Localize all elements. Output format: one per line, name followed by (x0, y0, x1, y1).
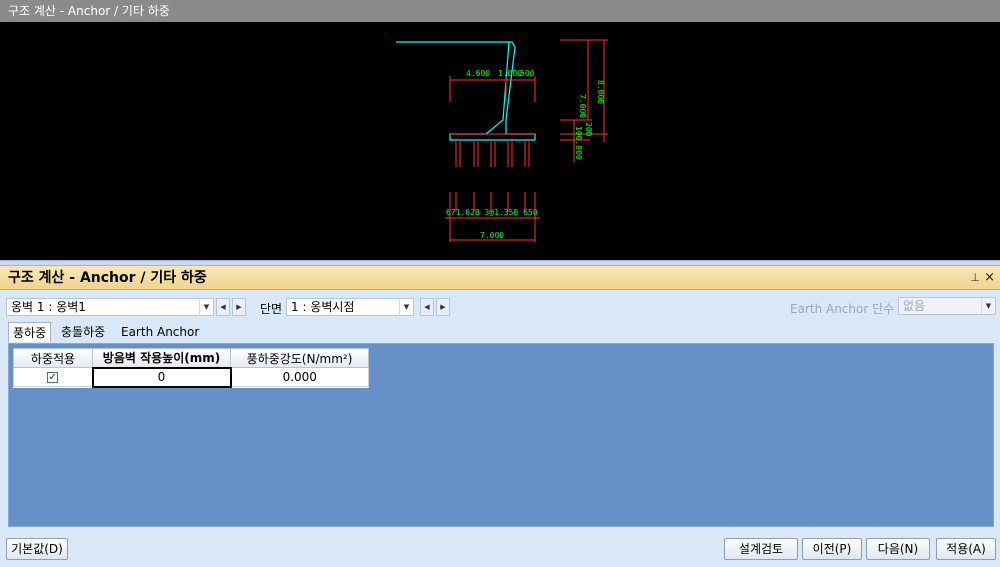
cad-viewport[interactable]: 4.600 1.000 500 7.000 8.000 200 100.800 … (0, 22, 1000, 260)
dim-right-total: 7.000 (578, 94, 587, 118)
section-prev-button[interactable]: ◀ (420, 298, 434, 316)
close-icon[interactable]: × (984, 266, 995, 289)
panel-title: 구조 계산 - Anchor / 기타 하중 (0, 266, 1000, 290)
wall-select[interactable]: 옹벽 1 : 옹벽1 ▼ (6, 298, 214, 316)
tab-collision-load[interactable]: 충돌하중 (57, 322, 109, 342)
wind-load-table: 하중적용 방음벽 작용높이(mm) 풍하중강도(N/mm²) ✓ 0 0.000 (13, 348, 369, 388)
tab-wind-load[interactable]: 풍하중 (8, 322, 52, 342)
chevron-down-icon[interactable]: ▼ (981, 298, 995, 314)
chevron-down-icon[interactable]: ▼ (399, 299, 413, 315)
pin-icon[interactable]: ⊥ (970, 266, 980, 290)
dim-right-lower: 100.800 (574, 126, 583, 160)
section-select-value: 1 : 옹벽시점 (291, 300, 355, 314)
wall-next-button[interactable]: ▶ (232, 298, 246, 316)
default-button[interactable]: 기본값(D) (6, 538, 68, 560)
apply-button[interactable]: 적용(A) (936, 538, 996, 560)
earth-anchor-label: Earth Anchor 단수 (790, 302, 895, 316)
dim-top-right: 1.000 (498, 69, 522, 78)
design-review-button[interactable]: 설계검토 (724, 538, 798, 560)
apply-checkbox[interactable]: ✓ (47, 372, 59, 383)
col-header-apply: 하중적용 (13, 348, 93, 368)
chevron-down-icon[interactable]: ▼ (199, 299, 213, 315)
window-title: 구조 계산 - Anchor / 기타 하중 (0, 0, 1000, 22)
dim-top-left: 4.600 (466, 69, 490, 78)
dim-top-right2: 500 (520, 69, 535, 78)
col-header-intensity: 풍하중강도(N/mm²) (230, 348, 369, 368)
dim-right-200: 200 (584, 122, 593, 137)
wall-select-value: 옹벽 1 : 옹벽1 (11, 300, 86, 314)
section-label: 단면 (260, 302, 283, 316)
wall-outline (396, 41, 536, 141)
prev-button[interactable]: 이전(P) (802, 538, 862, 560)
load-panel: 구조 계산 - Anchor / 기타 하중 ⊥ × 옹벽 1 : 옹벽1 ▼ … (0, 266, 1000, 567)
section-next-button[interactable]: ▶ (436, 298, 450, 316)
dim-bottom-row: 671.628 3@1.350 650 (446, 208, 538, 217)
grid-area: 하중적용 방음벽 작용높이(mm) 풍하중강도(N/mm²) ✓ 0 0.000 (8, 343, 994, 527)
col-header-height: 방음벽 작용높이(mm) (92, 348, 231, 368)
apply-cell[interactable]: ✓ (13, 367, 93, 387)
dim-right-total2: 8.000 (596, 80, 605, 104)
dim-bottom-total: 7.000 (480, 231, 504, 240)
intensity-cell[interactable]: 0.000 (230, 367, 369, 387)
table-row: ✓ 0 0.000 (13, 366, 369, 388)
earth-anchor-value: 없음 (903, 299, 926, 313)
next-button[interactable]: 다음(N) (866, 538, 930, 560)
wall-prev-button[interactable]: ◀ (216, 298, 230, 316)
earth-anchor-select[interactable]: 없음 ▼ (898, 297, 996, 315)
height-cell[interactable]: 0 (91, 366, 232, 388)
section-select[interactable]: 1 : 옹벽시점 ▼ (286, 298, 414, 316)
tab-earth-anchor[interactable]: Earth Anchor (117, 322, 203, 342)
